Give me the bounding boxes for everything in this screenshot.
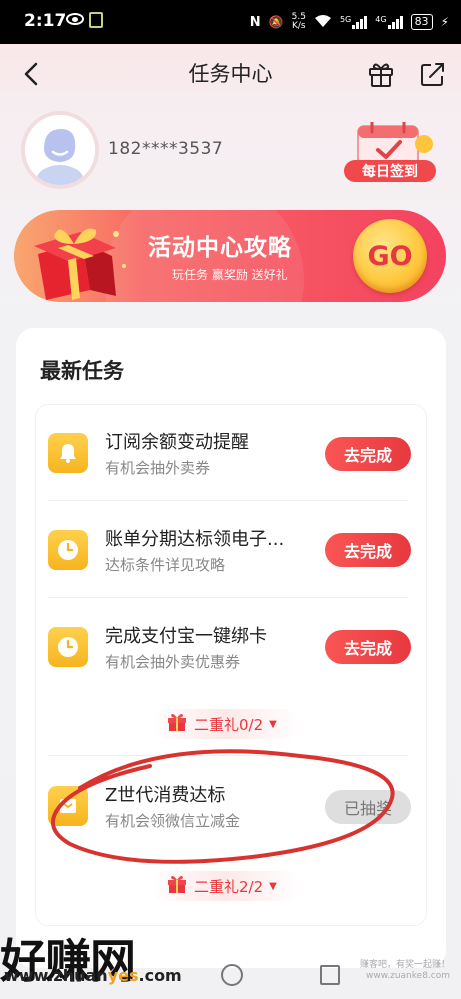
battery-icon: 83: [410, 14, 433, 30]
task-complete-button[interactable]: 去完成: [325, 630, 411, 664]
clock-icon: [48, 530, 88, 570]
task-name: 账单分期达标领电子...: [105, 529, 285, 550]
status-bar: 2:17 N 🔕 5.5 K/s 5G 4G 83 ⚡: [0, 0, 461, 44]
task-row: [48, 627, 88, 667]
avatar[interactable]: [25, 115, 95, 185]
tier-label: 二重礼2/2: [194, 877, 264, 896]
annotation-circle: [40, 748, 402, 870]
task-complete-button[interactable]: 去完成: [325, 533, 411, 567]
home-nav-icon[interactable]: [221, 964, 243, 986]
user-phone: 182****3537: [108, 139, 224, 159]
task-desc: 达标条件详见攻略: [105, 556, 226, 574]
watermark-url: www.zhuanyes.com: [4, 966, 182, 985]
wifi-icon: [314, 14, 332, 31]
gallery-icon: [89, 12, 103, 28]
banner-title: 活动中心攻略: [148, 235, 292, 261]
watermark-side: 赚客吧，有奖一起赚！ www.zuanke8.com: [360, 960, 451, 981]
user-avatar-icon: [25, 115, 95, 185]
section-title: 最新任务: [40, 359, 124, 383]
task-desc: 有机会抽外卖优惠券: [105, 653, 241, 671]
recents-nav-icon[interactable]: [320, 965, 340, 985]
status-time: 2:17: [24, 11, 67, 31]
chevron-down-icon: ▼: [269, 718, 277, 730]
task-row: [48, 530, 88, 570]
nfc-icon: N: [249, 14, 261, 30]
task-name: 完成支付宝一键绑卡: [105, 626, 267, 647]
checkin-label: 每日签到: [362, 164, 418, 180]
red-gift-icon: [166, 712, 188, 736]
tier-progress: 二重礼2/2 ▼: [166, 874, 277, 898]
eye-icon: [66, 13, 84, 25]
share-icon[interactable]: [418, 59, 448, 89]
signal-5g: 5G: [340, 15, 368, 29]
divider: [48, 500, 408, 501]
gift-icon[interactable]: [366, 59, 396, 89]
tier-label: 二重礼0/2: [194, 715, 264, 734]
net-speed: 5.5 K/s: [291, 12, 306, 31]
task-complete-button[interactable]: 去完成: [325, 437, 411, 471]
bell-icon: [48, 433, 88, 473]
banner-subtitle: 玩任务 赢奖励 送好礼: [172, 268, 288, 282]
signal-4g: 4G: [375, 15, 403, 29]
task-row: [48, 433, 88, 473]
divider: [48, 597, 408, 598]
gift-box-icon: [24, 220, 136, 304]
red-gift-icon: [166, 874, 188, 898]
daily-checkin-button[interactable]: 每日签到: [340, 120, 440, 184]
signal-bars-icon: [352, 15, 368, 29]
go-button[interactable]: GO: [353, 219, 427, 293]
task-desc: 有机会抽外卖券: [105, 459, 211, 477]
status-right-group: N 🔕 5.5 K/s 5G 4G 83 ⚡: [250, 12, 449, 32]
task-name: 订阅余额变动提醒: [105, 432, 249, 453]
signal-bars-icon: [387, 15, 403, 29]
tier-progress: 二重礼0/2 ▼: [166, 712, 277, 736]
chevron-down-icon: ▼: [269, 880, 277, 892]
charging-icon: ⚡: [440, 15, 449, 29]
mute-icon: 🔕: [268, 15, 284, 29]
clock-icon: [48, 627, 88, 667]
